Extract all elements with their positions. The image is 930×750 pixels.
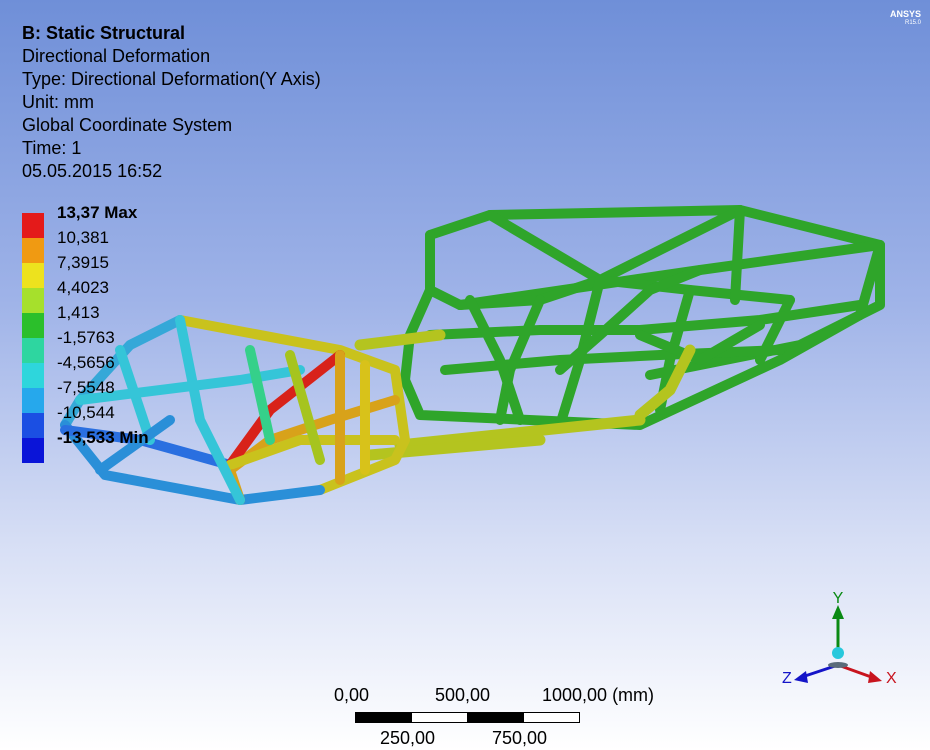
legend-swatch [22, 263, 44, 288]
coordinate-triad[interactable]: Y X Z [780, 585, 910, 695]
legend-label: 4,4023 [57, 278, 109, 297]
legend-swatch [22, 388, 44, 413]
y-axis-label: Y [833, 590, 844, 607]
scale-label-250: 250,00 [380, 728, 436, 748]
legend-swatch [22, 363, 44, 388]
triad-base [828, 662, 848, 668]
legend-label: -4,5656 [57, 353, 115, 372]
scale-label-0: 0,00 [334, 685, 370, 705]
legend-swatch [22, 413, 44, 438]
z-axis-arrow [794, 663, 839, 683]
legend-label: -10,544 [57, 403, 115, 422]
legend-label: 1,413 [57, 303, 100, 322]
scale-segment-1 [355, 712, 412, 723]
front-frame-section [60, 315, 410, 505]
scale-segment-2 [411, 712, 468, 723]
chassis-frame [60, 205, 885, 505]
scale-label-1000: 1000,00 (mm) [542, 685, 655, 705]
legend-label: 7,3915 [57, 253, 109, 272]
scale-segment-4 [523, 712, 580, 723]
legend-swatch [22, 238, 44, 263]
legend-label: 13,37 Max [57, 203, 138, 222]
legend-label: -1,5763 [57, 328, 115, 347]
z-axis-label: Z [782, 670, 792, 687]
legend-swatch [22, 338, 44, 363]
triad-origin [832, 647, 844, 659]
x-axis-arrow [837, 663, 882, 683]
scale-segment-3 [467, 712, 524, 723]
rear-frame-section [400, 205, 885, 430]
legend-swatch [22, 288, 44, 313]
legend-label: -7,5548 [57, 378, 115, 397]
scale-bar: 0,00 500,00 1000,00 (mm) 250,00 750,00 [330, 685, 654, 750]
legend-swatch [22, 438, 44, 463]
legend-label: -13,533 Min [57, 428, 149, 447]
legend-label: 10,381 [57, 228, 109, 247]
scale-label-500: 500,00 [435, 685, 491, 705]
x-axis-label: X [886, 670, 897, 687]
scale-label-750: 750,00 [492, 728, 548, 748]
legend-swatch [22, 313, 44, 338]
legend-swatch [22, 213, 44, 238]
